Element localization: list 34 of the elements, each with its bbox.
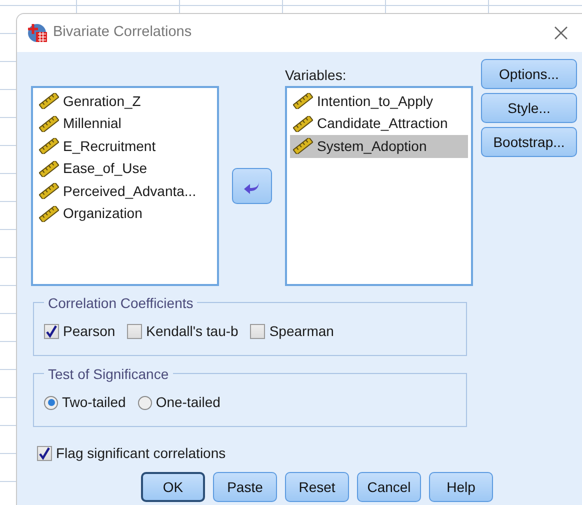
radio-button[interactable] [138, 396, 152, 410]
variable-item[interactable]: System_Adoption [290, 135, 468, 158]
checkbox-label[interactable]: Kendall's tau-b [146, 321, 238, 342]
variables-label: Variables: [285, 66, 348, 85]
checkbox[interactable] [250, 324, 266, 339]
variable-item[interactable]: Organization [36, 202, 214, 225]
variable-item[interactable]: Genration_Z [36, 90, 214, 112]
variable-item[interactable]: E_Recruitment [36, 135, 214, 158]
dialog-button[interactable]: OK [141, 472, 205, 502]
checkbox[interactable] [127, 324, 142, 339]
checkbox-label[interactable]: Spearman [269, 321, 334, 342]
dialog-button[interactable]: Cancel [357, 472, 421, 502]
checkbox-label[interactable]: Flag significant correlations [56, 443, 226, 464]
radio-button[interactable] [44, 396, 58, 410]
dialog-button[interactable]: Options... [481, 59, 577, 89]
dialog-button[interactable]: Help [429, 472, 493, 502]
window-title: Bivariate Correlations [53, 23, 192, 42]
variable-item[interactable]: Perceived_Advanta... [36, 180, 214, 202]
checkbox[interactable] [44, 324, 59, 339]
dialog-button[interactable]: Style... [481, 93, 577, 123]
radio-label[interactable]: Two-tailed [62, 392, 126, 413]
move-button[interactable] [232, 168, 272, 204]
close-icon[interactable] [554, 26, 568, 40]
app-icon [27, 22, 49, 44]
variable-item[interactable]: Ease_of_Use [36, 158, 214, 180]
variable-item[interactable]: Candidate_Attraction [290, 112, 468, 135]
variable-item[interactable]: Millennial [36, 112, 214, 135]
dialog-button[interactable]: Paste [213, 472, 277, 502]
dialog-button[interactable]: Bootstrap... [481, 127, 577, 157]
checkbox-label[interactable]: Pearson [63, 321, 116, 342]
variable-item[interactable]: Intention_to_Apply [290, 90, 468, 112]
dialog-button[interactable]: Reset [285, 472, 349, 502]
checkbox[interactable] [37, 446, 52, 461]
radio-label[interactable]: One-tailed [156, 392, 220, 413]
